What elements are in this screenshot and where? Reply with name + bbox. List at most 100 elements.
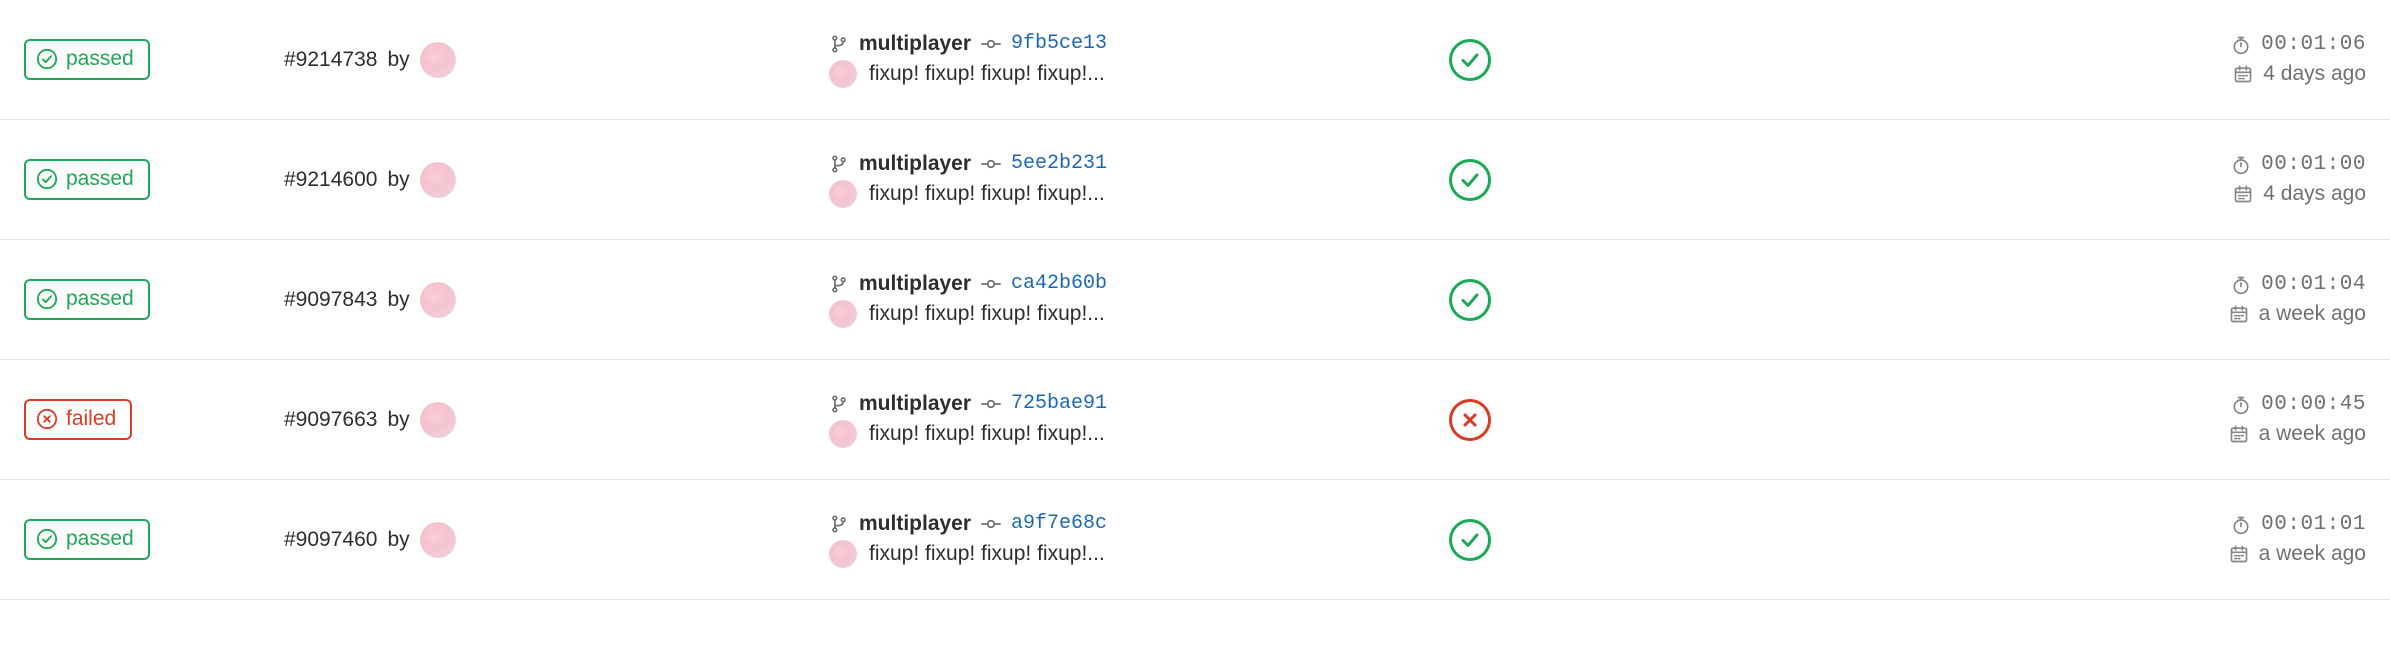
stages-column [1449,279,2149,321]
commit-icon [981,154,1001,174]
status-column: passed [24,39,284,79]
commit-column: multiplayer a9f7e68c fixup! fixup! fixup! … [829,512,1449,568]
commit-author-avatar[interactable] [829,420,857,448]
stage-passed-icon[interactable] [1449,39,1491,81]
pipeline-id-link[interactable]: #9097663 [284,408,377,432]
check-circle-icon [36,528,58,550]
status-column: passed [24,159,284,199]
commit-message[interactable]: fixup! fixup! fixup! fixup!... [869,182,1105,206]
author-avatar[interactable] [420,162,456,198]
pipeline-row: passed #9214738 by multiplayer 9fb5ce13 fixup… [0,0,2390,120]
calendar-icon [2229,304,2249,324]
by-label: by [387,168,409,192]
author-avatar[interactable] [420,522,456,558]
commit-sha-link[interactable]: 9fb5ce13 [1011,32,1107,55]
commit-icon [981,514,1001,534]
status-label: passed [66,285,134,312]
branch-link[interactable]: multiplayer [859,392,971,416]
pipeline-list: passed #9214738 by multiplayer 9fb5ce13 fixup… [0,0,2390,600]
pipeline-id-link[interactable]: #9097460 [284,528,377,552]
timing-column: 00:01:04 a week ago [2149,273,2366,326]
timing-column: 00:01:01a week ago [2149,513,2366,566]
stage-passed-icon[interactable] [1449,159,1491,201]
commit-sha-link[interactable]: ca42b60b [1011,272,1107,295]
pipeline-row: passed #9214600 by multiplayer 5ee2b231 fixup… [0,120,2390,240]
calendar-icon [2233,184,2253,204]
by-label: by [387,288,409,312]
pipeline-row: failed #9097663 by multiplayer 725bae91 fixup… [0,360,2390,480]
commit-author-avatar[interactable] [829,300,857,328]
pipeline-id-column: #9097663 by [284,402,829,438]
author-avatar[interactable] [420,402,456,438]
stage-passed-icon[interactable] [1449,519,1491,561]
branch-link[interactable]: multiplayer [859,32,971,56]
status-column: passed [24,519,284,559]
pipeline-row: passed #9097843 by multiplayer ca42b60b fixup… [0,240,2390,360]
pipeline-id-column: #9097460 by [284,522,829,558]
commit-icon [981,34,1001,54]
pipeline-id-link[interactable]: #9097843 [284,288,377,312]
stopwatch-icon [2231,515,2251,535]
author-avatar[interactable] [420,282,456,318]
stage-passed-icon[interactable] [1449,279,1491,321]
status-badge-passed[interactable]: passed [24,159,150,199]
commit-author-avatar[interactable] [829,60,857,88]
duration-value: 00:01:06 [2261,33,2366,56]
timing-column: 00:00:45a week ago [2149,393,2366,446]
pipeline-id-link[interactable]: #9214738 [284,48,377,72]
commit-icon [981,274,1001,294]
stages-column [1449,519,2149,561]
commit-sha-link[interactable]: 725bae91 [1011,392,1107,415]
duration-value: 00:01:04 [2261,273,2366,296]
finished-time: a week ago [2259,302,2366,326]
branch-icon [829,394,849,414]
commit-message[interactable]: fixup! fixup! fixup! fixup!... [869,62,1105,86]
author-avatar[interactable] [420,42,456,78]
by-label: by [387,48,409,72]
check-circle-icon [36,168,58,190]
calendar-icon [2233,64,2253,84]
status-badge-passed[interactable]: passed [24,279,150,319]
stopwatch-icon [2231,275,2251,295]
branch-link[interactable]: multiplayer [859,512,971,536]
branch-icon [829,514,849,534]
finished-time: 4 days ago [2263,182,2366,206]
finished-time: 4 days ago [2263,62,2366,86]
stopwatch-icon [2231,35,2251,55]
stages-column [1449,399,2149,441]
finished-time: a week ago [2259,542,2366,566]
commit-column: multiplayer ca42b60b fixup! fixup! fixup! … [829,272,1449,328]
status-label: passed [66,525,134,552]
stages-column [1449,39,2149,81]
branch-icon [829,154,849,174]
commit-sha-link[interactable]: a9f7e68c [1011,512,1107,535]
status-column: passed [24,279,284,319]
by-label: by [387,528,409,552]
check-circle-icon [36,48,58,70]
status-label: passed [66,165,134,192]
stage-failed-icon[interactable] [1449,399,1491,441]
branch-link[interactable]: multiplayer [859,272,971,296]
status-badge-passed[interactable]: passed [24,39,150,79]
timing-column: 00:01:06 4 days ago [2149,33,2366,86]
pipeline-id-column: #9097843 by [284,282,829,318]
status-badge-passed[interactable]: passed [24,519,150,559]
pipeline-id-column: #9214600 by [284,162,829,198]
commit-message[interactable]: fixup! fixup! fixup! fixup!... [869,302,1105,326]
check-circle-icon [36,288,58,310]
stopwatch-icon [2231,155,2251,175]
commit-message[interactable]: fixup! fixup! fixup! fixup!... [869,542,1105,566]
status-badge-failed[interactable]: failed [24,399,132,439]
commit-column: multiplayer 725bae91 fixup! fixup! fixup! … [829,392,1449,448]
commit-icon [981,394,1001,414]
commit-message[interactable]: fixup! fixup! fixup! fixup!... [869,422,1105,446]
branch-link[interactable]: multiplayer [859,152,971,176]
pipeline-id-link[interactable]: #9214600 [284,168,377,192]
commit-author-avatar[interactable] [829,540,857,568]
commit-sha-link[interactable]: 5ee2b231 [1011,152,1107,175]
commit-author-avatar[interactable] [829,180,857,208]
commit-column: multiplayer 5ee2b231 fixup! fixup! fixup! … [829,152,1449,208]
by-label: by [387,408,409,432]
calendar-icon [2229,424,2249,444]
status-label: failed [66,405,116,432]
